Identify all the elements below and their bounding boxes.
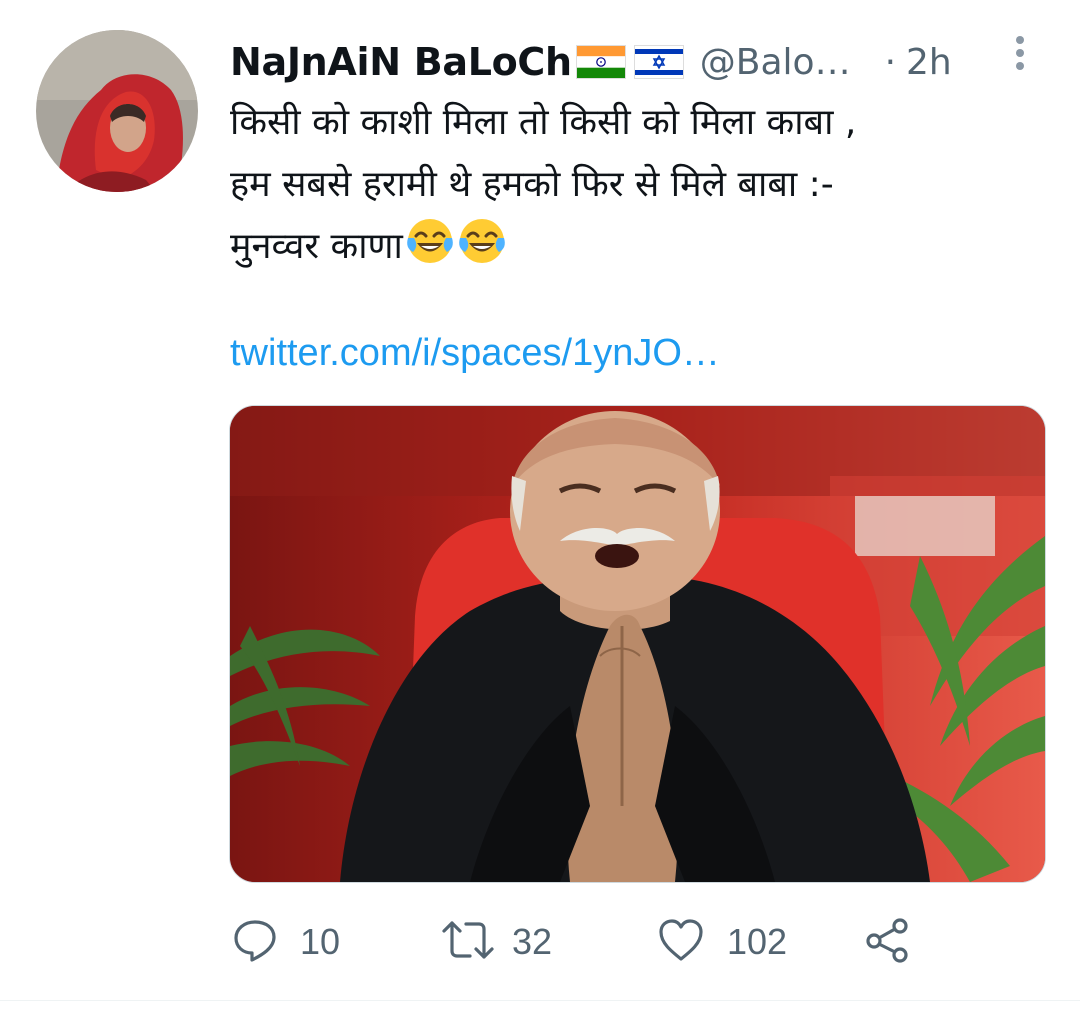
bottom-divider (0, 1000, 1080, 1001)
like-count: 102 (727, 921, 788, 962)
tweet-text-line-1: किसी को काशी मिला तो किसी को मिला काबा , (230, 102, 857, 143)
tweet-media-image[interactable] (229, 405, 1046, 883)
tweet-text-line-3-text: मुनव्वर काणा (230, 226, 403, 267)
share-icon (864, 917, 912, 967)
india-flag-icon (575, 45, 626, 79)
spaces-link[interactable]: twitter.com/i/spaces/1ynJO… (230, 332, 720, 375)
tweet-text-line-2: हम सबसे हरामी थे हमको फिर से मिले बाबा :… (230, 164, 834, 205)
retweet-count: 32 (512, 921, 553, 962)
timestamp[interactable]: 2h (906, 42, 952, 83)
heart-icon (657, 917, 705, 967)
more-options-icon[interactable] (1008, 34, 1032, 74)
like-button[interactable]: 102 (657, 912, 787, 972)
separator-dot: · (884, 41, 897, 83)
retweet-icon (440, 917, 496, 967)
face-with-tears-of-joy-icon (457, 216, 507, 286)
display-name[interactable]: NaJnAiN BaLoCh (230, 40, 572, 84)
tweet-actions: 10 32 102 (232, 912, 932, 972)
avatar[interactable] (36, 30, 198, 192)
face-with-tears-of-joy-icon (405, 216, 455, 286)
tweet-text: किसी को काशी मिला तो किसी को मिला काबा ,… (230, 92, 1030, 286)
reply-icon (232, 917, 278, 967)
share-button[interactable] (864, 912, 912, 972)
reply-button[interactable]: 10 (232, 912, 340, 972)
tweet-text-line-3: मुनव्वर काणा (230, 216, 1030, 286)
retweet-button[interactable]: 32 (440, 912, 552, 972)
user-handle[interactable]: @Balo… (700, 42, 851, 83)
tweet-card[interactable]: NaJnAiN BaLoCh @Balo… · 2h किसी को काशी … (0, 0, 1080, 1010)
tweet-header: NaJnAiN BaLoCh @Balo… · 2h (230, 34, 1020, 90)
israel-flag-icon (633, 45, 684, 79)
reply-count: 10 (300, 921, 341, 962)
